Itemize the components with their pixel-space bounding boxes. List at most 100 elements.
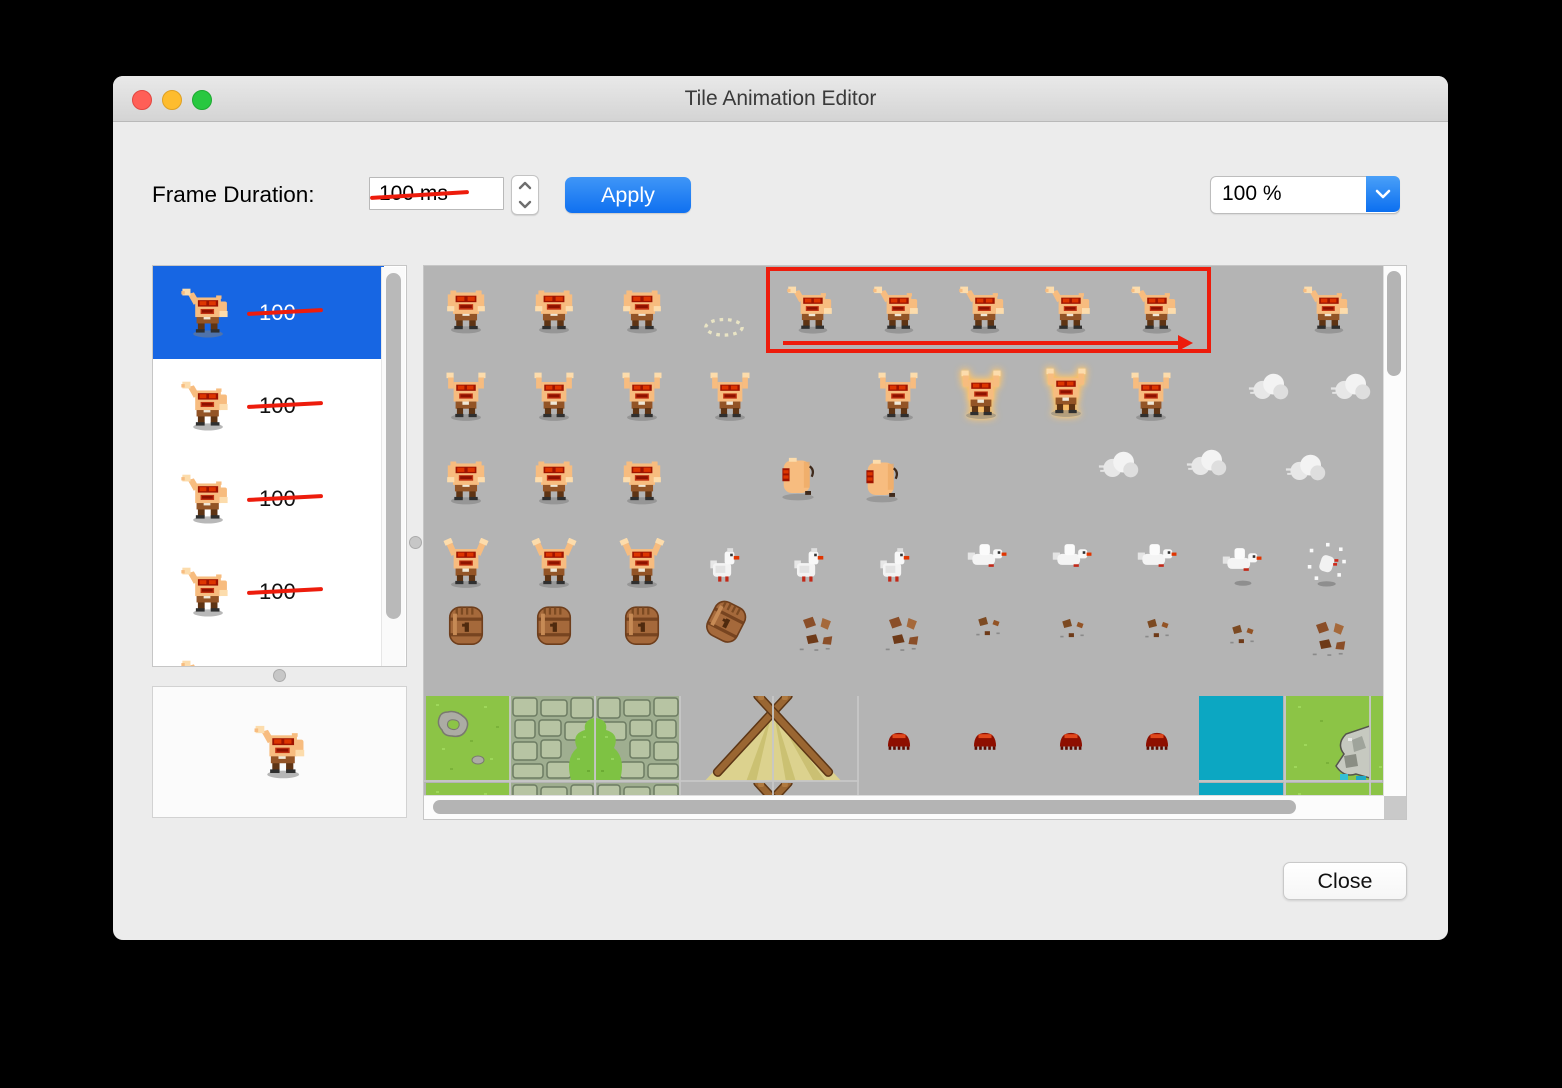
tile-barrel[interactable] <box>440 600 492 652</box>
tile-wood[interactable] <box>790 607 842 659</box>
tileset-vertical-scrollbar[interactable] <box>1383 266 1406 796</box>
tile-smoke[interactable] <box>1095 440 1147 492</box>
tile-upwide[interactable] <box>440 538 492 590</box>
tile-wave[interactable] <box>1301 284 1353 336</box>
zoom-combobox[interactable]: 100 % <box>1210 176 1400 214</box>
tile-stand[interactable] <box>528 284 580 336</box>
frame-sprite <box>179 472 233 526</box>
tile-smoke[interactable] <box>1183 438 1235 490</box>
annotation-arrow-head-icon <box>1178 335 1193 351</box>
vertical-splitter-handle[interactable] <box>409 536 422 549</box>
frame-list-item[interactable]: 100 <box>153 452 384 545</box>
stepper-down-icon[interactable] <box>516 197 534 211</box>
frame-list-item[interactable]: 100 <box>153 638 384 668</box>
zoom-traffic-light-button[interactable] <box>192 90 212 110</box>
frame-sprite <box>179 658 233 668</box>
tile-chickpoof[interactable] <box>1300 539 1352 591</box>
screenshot-stage: Tile Animation Editor Frame Duration: Ap… <box>0 0 1562 1088</box>
tile-terrain-stone2[interactable] <box>596 696 680 781</box>
tile-terrain-grass[interactable] <box>426 696 510 781</box>
tile-chickflysh[interactable] <box>1215 539 1267 591</box>
frame-sprite <box>179 286 233 340</box>
apply-button[interactable]: Apply <box>565 177 691 213</box>
tile-side[interactable] <box>856 454 908 506</box>
tileset-horizontal-scrollbar[interactable] <box>424 795 1384 819</box>
animation-preview-panel <box>152 686 407 818</box>
stepper-up-icon[interactable] <box>516 179 534 193</box>
tile-chick[interactable] <box>782 541 834 593</box>
tile-bug[interactable] <box>959 716 1011 768</box>
close-button[interactable]: Close <box>1283 862 1407 900</box>
tileset-canvas[interactable] <box>424 266 1384 796</box>
minimize-traffic-light-button[interactable] <box>162 90 182 110</box>
window-title: Tile Animation Editor <box>684 87 877 110</box>
zoom-dropdown-button[interactable] <box>1366 176 1400 212</box>
tile-side[interactable] <box>772 452 824 504</box>
tile-upwide[interactable] <box>616 538 668 590</box>
tile-chickfly[interactable] <box>1045 535 1097 587</box>
tile-wood[interactable] <box>1303 612 1355 664</box>
tile-cheer[interactable] <box>528 371 580 423</box>
frame-duration-label: Frame Duration: <box>152 182 315 207</box>
frame-list-item[interactable]: 100 <box>153 359 384 452</box>
terrain-gridline <box>424 780 859 782</box>
tile-cheer[interactable] <box>1040 367 1092 419</box>
frame-sprite <box>179 565 233 619</box>
tile-barrel[interactable] <box>616 600 668 652</box>
tile-dust[interactable] <box>698 300 750 352</box>
tileset-vertical-scrollbar-thumb[interactable] <box>1387 271 1401 376</box>
frame-list[interactable]: 100 100 100 100 100 <box>152 265 407 667</box>
tile-bits[interactable] <box>1046 602 1098 654</box>
frame-list-scrollbar[interactable] <box>381 267 405 666</box>
tile-chick[interactable] <box>698 541 750 593</box>
tile-cheer[interactable] <box>440 371 492 423</box>
tile-smoke[interactable] <box>1327 362 1379 414</box>
annotation-arrow <box>783 341 1180 345</box>
horizontal-splitter-handle[interactable] <box>273 669 286 682</box>
tile-smoke[interactable] <box>1245 362 1297 414</box>
tile-wood[interactable] <box>876 607 928 659</box>
tile-chickfly[interactable] <box>960 535 1012 587</box>
scrollbar-corner <box>1384 796 1406 819</box>
tile-terrain-grassrock[interactable] <box>1286 696 1370 781</box>
tile-stand[interactable] <box>528 455 580 507</box>
tile-barrel[interactable] <box>528 600 580 652</box>
tile-bits[interactable] <box>962 600 1014 652</box>
terrain-gridline <box>1199 780 1382 782</box>
frame-list-items: 100 100 100 100 100 <box>153 266 406 668</box>
tile-cheer[interactable] <box>872 371 924 423</box>
tile-cheer[interactable] <box>955 369 1007 421</box>
tile-bug[interactable] <box>1045 716 1097 768</box>
tile-chickfly[interactable] <box>1130 535 1182 587</box>
preview-sprite <box>252 723 310 781</box>
zoom-value: 100 % <box>1222 182 1282 205</box>
tile-bits[interactable] <box>1216 608 1268 660</box>
frame-list-item[interactable]: 100 <box>153 266 384 359</box>
tile-bug[interactable] <box>1131 716 1183 768</box>
tile-chick[interactable] <box>868 541 920 593</box>
tile-smoke[interactable] <box>1282 443 1334 495</box>
tile-cheer[interactable] <box>1125 371 1177 423</box>
tile-stand[interactable] <box>616 455 668 507</box>
frame-duration-stepper[interactable] <box>511 175 539 215</box>
frame-list-scrollbar-thumb[interactable] <box>386 273 401 619</box>
tile-stand[interactable] <box>616 284 668 336</box>
tile-cheer[interactable] <box>616 371 668 423</box>
title-bar: Tile Animation Editor <box>113 76 1448 122</box>
tile-stand[interactable] <box>440 455 492 507</box>
tile-cheer[interactable] <box>704 371 756 423</box>
tile-upwide[interactable] <box>528 538 580 590</box>
tile-animation-editor-window: Tile Animation Editor Frame Duration: Ap… <box>113 76 1448 940</box>
tileset-view <box>423 265 1407 820</box>
tile-bug[interactable] <box>873 716 925 768</box>
frame-list-item[interactable]: 100 <box>153 545 384 638</box>
frame-sprite <box>179 379 233 433</box>
tile-terrain-stone[interactable] <box>511 696 595 781</box>
tile-stand[interactable] <box>440 284 492 336</box>
tile-barreltilt[interactable] <box>700 596 752 648</box>
tile-bits[interactable] <box>1131 602 1183 654</box>
tile-terrain-water[interactable] <box>1199 696 1283 781</box>
tileset-horizontal-scrollbar-thumb[interactable] <box>433 800 1296 814</box>
chevron-down-icon <box>1375 189 1391 199</box>
close-traffic-light-button[interactable] <box>132 90 152 110</box>
